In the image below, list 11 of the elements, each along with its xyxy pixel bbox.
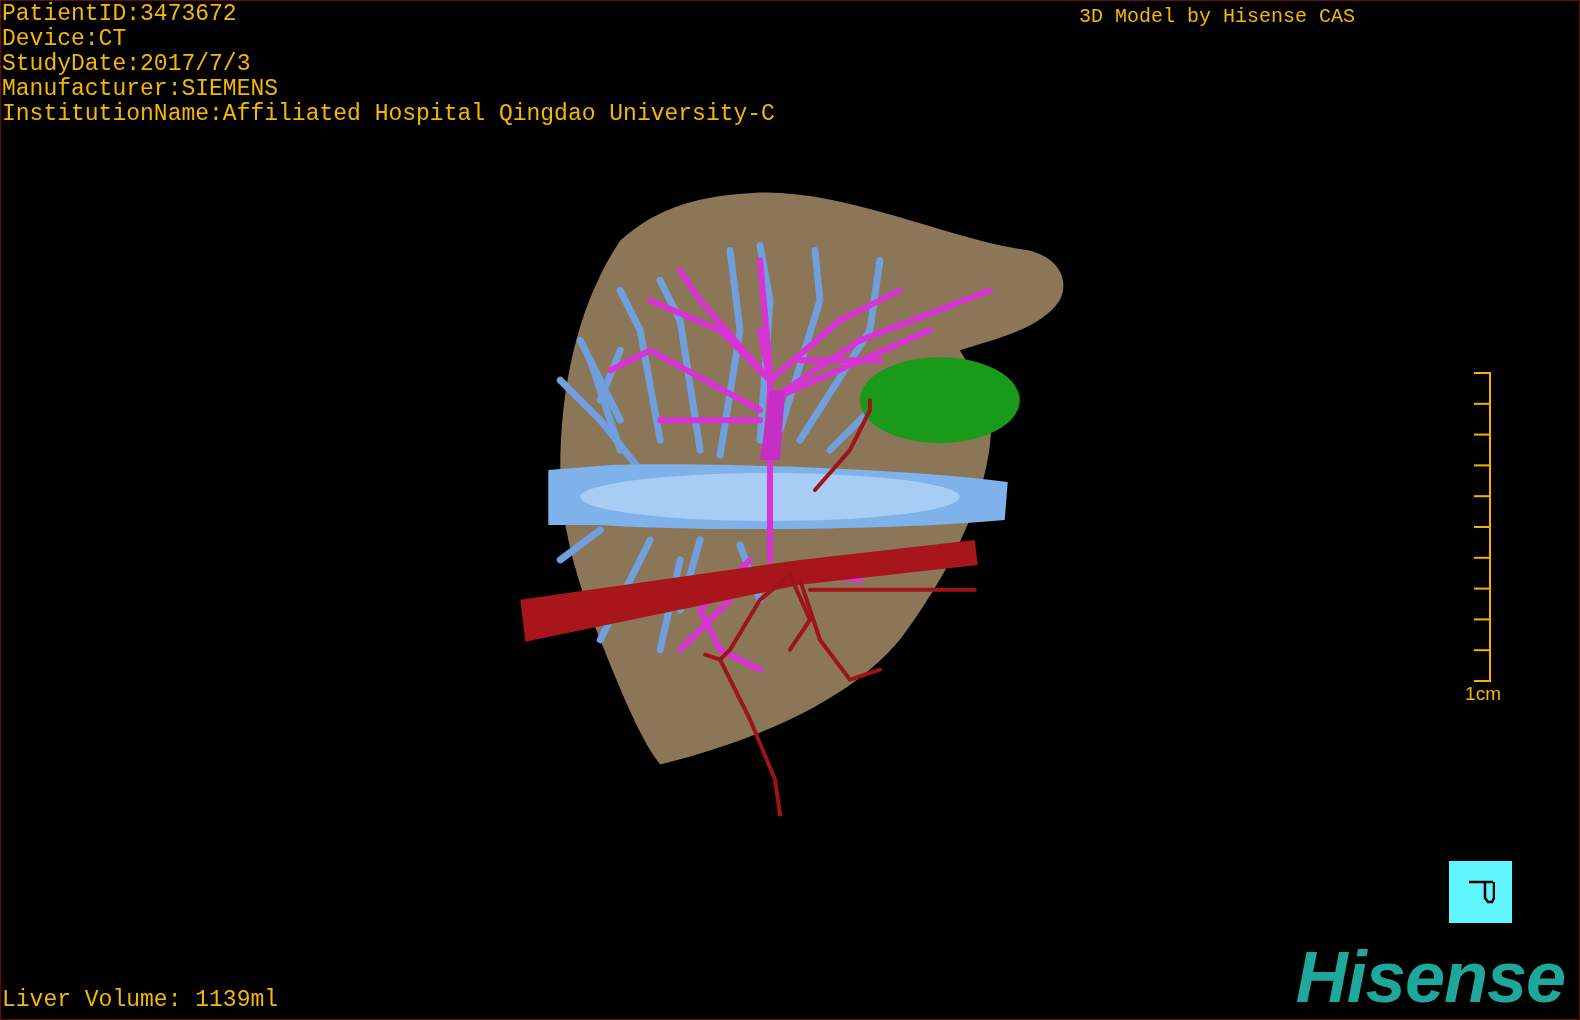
- orientation-cube[interactable]: [1449, 861, 1512, 923]
- study-info-text: InstitutionName:Affiliated Hospital Qingdao University-C: [2, 102, 775, 127]
- orientation-glyph-icon: [1466, 878, 1495, 906]
- study-info-text: Manufacturer:SIEMENS: [2, 77, 280, 102]
- study-info-text: PatientID:3473672: [2, 2, 238, 27]
- model-title: 3D Model by Hisense CAS: [1079, 4, 1356, 30]
- liver-volume-text: Liver Volume: 1139ml: [2, 986, 279, 1014]
- brand-logo: Hisense: [1295, 941, 1566, 1013]
- study-info-text: Device:CT: [2, 27, 128, 52]
- scale-label: 1cm: [1465, 684, 1501, 704]
- study-info-text: StudyDate:2017/7/3: [2, 52, 252, 77]
